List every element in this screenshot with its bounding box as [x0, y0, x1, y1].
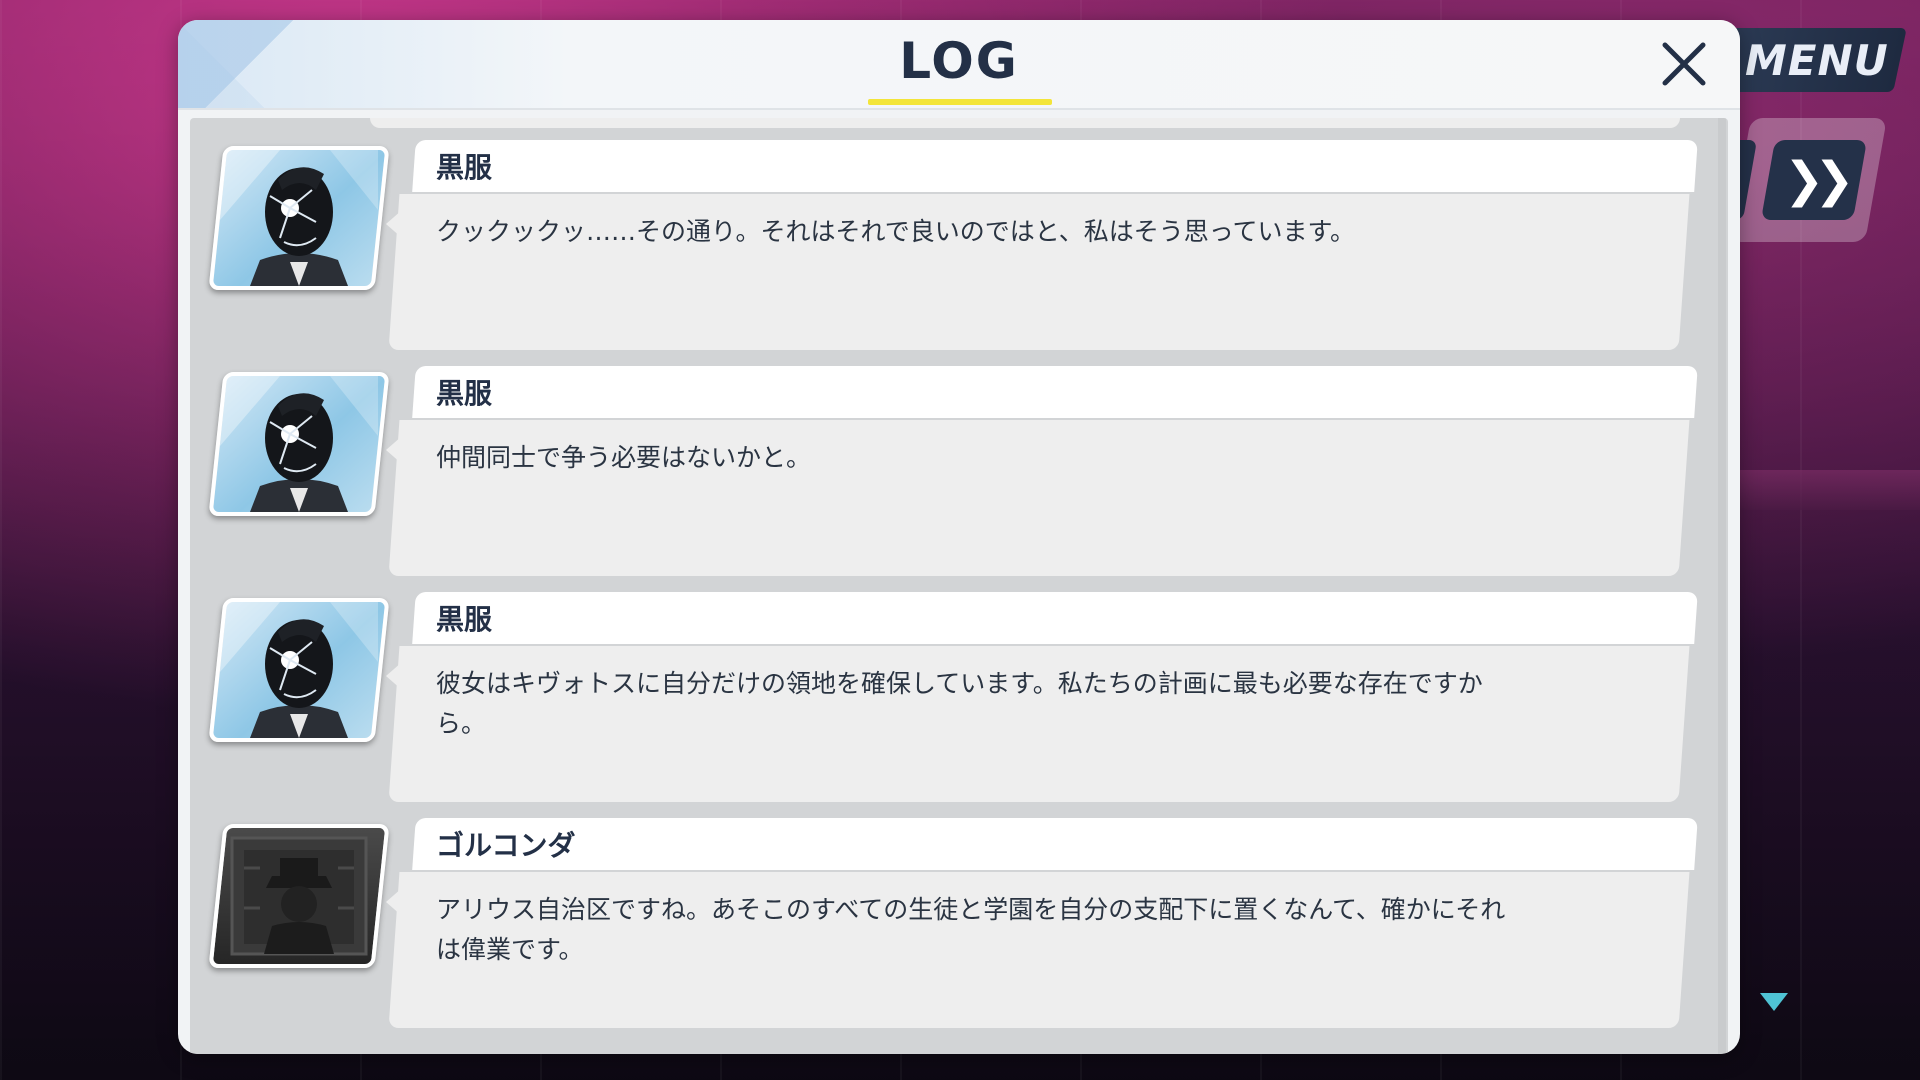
- fast-forward-button[interactable]: ❯❯: [1760, 140, 1868, 220]
- next-arrow-icon[interactable]: [1760, 993, 1788, 1011]
- speaker-name: ゴルコンダ: [436, 829, 576, 862]
- log-title: LOG: [899, 32, 1019, 90]
- log-entry: ゴルコンダ アリウス自治区ですね。あそこのすべての生徒と学園を自分の支配下に置く…: [190, 818, 1728, 1028]
- double-chevron-right-icon: ❯❯: [1783, 152, 1845, 208]
- name-bar: [412, 140, 1698, 192]
- previous-entry-edge: [370, 118, 1680, 128]
- log-entry: 黒服 彼女はキヴォトスに自分だけの領地を確保しています。私たちの計画に最も必要な…: [190, 592, 1728, 802]
- speaker-name: 黒服: [436, 151, 493, 184]
- dialogue-text: アリウス自治区ですね。あそこのすべての生徒と学園を自分の支配下に置くなんて、確か…: [436, 895, 1506, 964]
- name-bar: [412, 592, 1698, 644]
- black-suit-portrait-icon: [220, 376, 378, 512]
- close-button[interactable]: [1652, 32, 1716, 96]
- log-window: LOG 黒服 クックックッ……その通り。それはそれで良いのではと、私はそう思って…: [178, 20, 1740, 1054]
- scrollbar[interactable]: [1718, 118, 1726, 1054]
- black-suit-portrait-icon: [220, 602, 378, 738]
- name-bar: [412, 818, 1698, 870]
- title-underline: [868, 99, 1052, 105]
- log-header: LOG: [178, 20, 1740, 110]
- portrait-black-suit: [208, 598, 390, 742]
- menu-label[interactable]: MENU: [1745, 36, 1889, 85]
- dialogue-text: 彼女はキヴォトスに自分だけの領地を確保しています。私たちの計画に最も必要な存在で…: [436, 669, 1483, 738]
- portrait-black-suit: [208, 146, 390, 290]
- portrait-golconda: [208, 824, 390, 968]
- portrait-black-suit: [208, 372, 390, 516]
- log-list[interactable]: 黒服 クックックッ……その通り。それはそれで良いのではと、私はそう思っています。: [190, 118, 1728, 1054]
- close-icon: [1662, 42, 1706, 86]
- name-bar: [412, 366, 1698, 418]
- dialogue-text: 仲間同士で争う必要はないかと。: [436, 443, 812, 472]
- log-entry: 黒服 仲間同士で争う必要はないかと。: [190, 366, 1728, 576]
- speaker-name: 黒服: [436, 377, 493, 410]
- dialogue-text: クックックッ……その通り。それはそれで良いのではと、私はそう思っています。: [436, 217, 1356, 246]
- golconda-portrait-icon: [230, 836, 368, 956]
- speaker-name: 黒服: [436, 603, 493, 636]
- black-suit-portrait-icon: [220, 150, 378, 286]
- log-entry: 黒服 クックックッ……その通り。それはそれで良いのではと、私はそう思っています。: [190, 140, 1728, 350]
